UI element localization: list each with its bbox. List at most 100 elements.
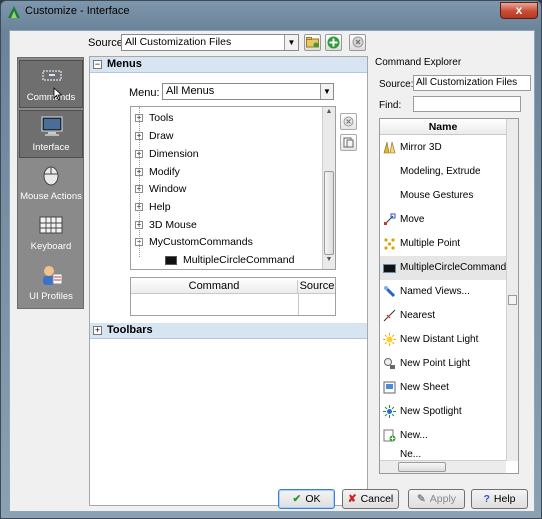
tree-item-dimension[interactable]: + Dimension <box>131 146 321 163</box>
properties-icon <box>343 137 354 148</box>
scroll-down-icon[interactable]: ▼ <box>324 256 334 268</box>
list-item-label: Multiple Point <box>400 238 461 249</box>
category-nav: Commands Interface Mouse Actions Keyboar… <box>17 57 84 309</box>
tree-item-mycustomcommands[interactable]: − MyCustomCommands <box>131 234 321 251</box>
expand-icon[interactable]: + <box>135 114 143 122</box>
cancel-button[interactable]: ✘ Cancel <box>342 489 399 509</box>
ok-label: OK <box>305 493 321 505</box>
menu-value: All Menus <box>166 85 215 97</box>
nav-item-commands[interactable]: Commands <box>19 60 83 108</box>
nav-label-ui-profiles: UI Profiles <box>29 291 73 302</box>
list-item[interactable]: Ne... <box>380 448 506 460</box>
list-item[interactable]: Move <box>380 208 506 232</box>
list-item-label: Mouse Gestures <box>400 190 474 201</box>
mirror3d-icon <box>383 141 396 154</box>
help-button[interactable]: ? Help <box>471 489 528 509</box>
explorer-horizontal-scrollbar[interactable] <box>380 460 506 473</box>
point-light-icon <box>384 358 395 369</box>
customize-window: Customize - Interface x Source: All Cust… <box>0 0 542 519</box>
tree-item-window[interactable]: + Window <box>131 181 321 198</box>
list-item[interactable]: New... <box>380 424 506 448</box>
nav-label-keyboard: Keyboard <box>30 241 72 252</box>
nav-item-interface[interactable]: Interface <box>19 110 83 158</box>
nav-item-mouse-actions[interactable]: Mouse Actions <box>19 160 83 208</box>
tree-item-3d-mouse[interactable]: +3D Mouse <box>131 217 321 234</box>
tree-item-tools[interactable]: + Tools <box>131 110 321 127</box>
list-item-label: Ne... <box>400 449 422 460</box>
mouse-cursor-icon <box>53 87 63 101</box>
toolbars-section-header[interactable]: + Toolbars <box>90 323 367 339</box>
tree-item-label: Tools <box>149 112 174 124</box>
nav-item-keyboard[interactable]: Keyboard <box>19 210 83 258</box>
list-item[interactable]: Nearest <box>380 304 506 328</box>
tree-scrollbar[interactable]: ▲ ▼ <box>322 107 335 269</box>
distant-light-icon <box>383 333 396 346</box>
expand-icon[interactable]: + <box>135 150 143 158</box>
list-item[interactable]: Mirror 3D <box>380 136 506 160</box>
list-item[interactable]: Mouse Gestures <box>380 184 506 208</box>
tree-item-label: MultipleCircleCommand <box>183 254 295 266</box>
column-header-name[interactable]: Name <box>380 119 506 135</box>
new-sheet-icon <box>383 381 396 394</box>
remove-menu-button[interactable] <box>340 113 357 130</box>
explorer-find-input[interactable] <box>413 96 521 112</box>
tree-item-label: Draw <box>149 130 174 142</box>
list-item-label: New Spotlight <box>400 406 462 417</box>
help-label: Help <box>493 493 516 505</box>
command-explorer-title: Command Explorer <box>375 57 462 68</box>
monitor-icon <box>41 116 63 136</box>
explorer-source-value: All Customization Files <box>416 77 518 88</box>
column-header-source[interactable]: Source <box>299 280 335 292</box>
list-item-selected[interactable]: MultipleCircleCommand <box>380 256 506 280</box>
nav-item-ui-profiles[interactable]: UI Profiles <box>19 260 83 308</box>
tree-item-draw[interactable]: + Draw <box>131 128 321 145</box>
explorer-find-label: Find: <box>379 100 402 111</box>
tree-item-modify[interactable]: + Modify <box>131 164 321 181</box>
scroll-thumb[interactable] <box>508 295 517 305</box>
add-file-button[interactable] <box>325 34 342 51</box>
scroll-thumb[interactable] <box>324 171 334 255</box>
list-item[interactable]: New Distant Light <box>380 328 506 352</box>
command-list: Name Mirror 3D Modeling, Extrude Mouse G… <box>379 118 519 474</box>
menus-section-header[interactable]: − Menus <box>90 57 367 73</box>
list-item-label: Mirror 3D <box>400 142 442 153</box>
list-item[interactable]: Named Views... <box>380 280 506 304</box>
apply-label: Apply <box>429 493 457 505</box>
remove-icon <box>343 116 354 127</box>
expand-icon[interactable]: + <box>135 203 143 211</box>
apply-button[interactable]: ✎ Apply <box>408 489 465 509</box>
column-header-command[interactable]: Command <box>131 280 298 294</box>
expand-icon[interactable]: + <box>135 185 143 193</box>
collapse-icon[interactable]: − <box>93 60 102 69</box>
title-bar: Customize - Interface x <box>1 1 541 23</box>
help-icon: ? <box>483 493 490 505</box>
explorer-source-dropdown[interactable]: All Customization Files <box>413 75 531 91</box>
ok-button[interactable]: ✔ OK <box>278 489 335 509</box>
source-dropdown[interactable]: All Customization Files ▼ <box>121 34 299 51</box>
menu-properties-button[interactable] <box>340 134 357 151</box>
load-file-button[interactable] <box>304 34 321 51</box>
expand-icon[interactable]: + <box>93 326 102 335</box>
explorer-vertical-scrollbar[interactable] <box>506 119 518 461</box>
list-item[interactable]: New Point Light <box>380 352 506 376</box>
list-item[interactable]: Modeling, Extrude <box>380 160 506 184</box>
expand-icon[interactable]: + <box>135 221 143 229</box>
expand-icon[interactable]: + <box>135 168 143 176</box>
tree-item-help[interactable]: + Help <box>131 199 321 216</box>
list-item[interactable]: New Spotlight <box>380 400 506 424</box>
scroll-thumb[interactable] <box>398 462 446 472</box>
menu-dropdown[interactable]: All Menus ▼ <box>162 83 334 100</box>
remove-file-button[interactable] <box>349 34 366 51</box>
customization-panel: − Menus Menu: All Menus ▼ + Tools + Draw +… <box>89 56 368 506</box>
list-item[interactable]: Multiple Point <box>380 232 506 256</box>
scroll-up-icon[interactable]: ▲ <box>324 108 334 120</box>
tree-item-label: MyCustomCommands <box>149 236 253 248</box>
multipoint-icon <box>384 238 395 250</box>
commands-icon <box>42 70 62 81</box>
expand-icon[interactable]: + <box>135 132 143 140</box>
close-button[interactable]: x <box>500 2 538 19</box>
list-item[interactable]: New Sheet <box>380 376 506 400</box>
tree-item-multiplecirclecommand[interactable]: MultipleCircleCommand <box>147 252 335 269</box>
collapse-icon[interactable]: − <box>135 238 143 246</box>
mouse-icon <box>43 166 59 186</box>
